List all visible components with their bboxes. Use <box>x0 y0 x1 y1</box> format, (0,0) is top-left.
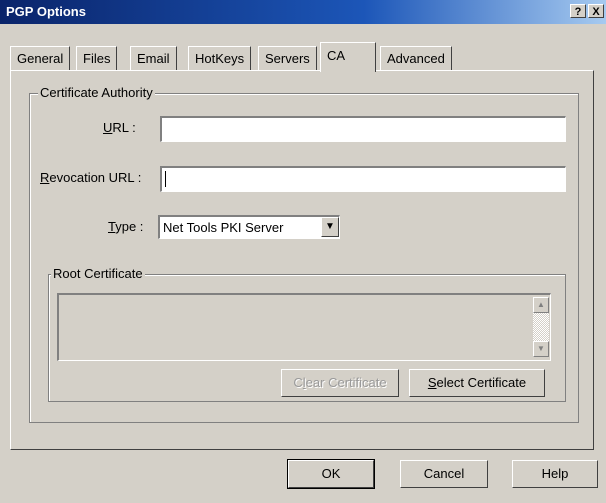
type-label: Type : <box>108 219 144 234</box>
type-select[interactable]: Net Tools PKI Server ▼ <box>158 215 340 239</box>
root-certificate-textarea[interactable]: ▲ ▼ <box>57 293 551 361</box>
clear-certificate-button[interactable]: Clear Certificate <box>281 369 399 397</box>
scroll-down-icon[interactable]: ▼ <box>533 341 549 357</box>
url-input[interactable] <box>160 116 566 142</box>
type-select-value: Net Tools PKI Server <box>163 220 284 235</box>
tab-general[interactable]: General <box>10 46 71 70</box>
tab-hotkeys[interactable]: HotKeys <box>188 46 252 70</box>
tab-servers[interactable]: Servers <box>258 46 317 70</box>
ok-button[interactable]: OK <box>287 459 375 489</box>
pgp-options-dialog: PGP Options ? X General Files Email HotK… <box>0 0 606 503</box>
chevron-down-icon[interactable]: ▼ <box>321 217 339 237</box>
help-title-button[interactable]: ? <box>570 4 586 18</box>
certificate-authority-legend: Certificate Authority <box>38 85 155 100</box>
root-certificate-group: Root Certificate ▲ ▼ Clear Certificate S… <box>48 266 566 402</box>
url-label: URL : <box>103 120 136 135</box>
tab-email[interactable]: Email <box>130 46 177 70</box>
revocation-url-label: Revocation URL : <box>40 170 142 185</box>
select-certificate-button[interactable]: Select Certificate <box>409 369 545 397</box>
ca-tab-panel: Certificate Authority URL : Revocation U… <box>10 70 594 450</box>
root-certificate-legend: Root Certificate <box>51 266 145 281</box>
title-bar: PGP Options ? X <box>0 0 606 24</box>
tab-advanced[interactable]: Advanced <box>380 46 452 70</box>
cancel-button[interactable]: Cancel <box>400 460 488 488</box>
help-button[interactable]: Help <box>512 460 598 488</box>
window-title: PGP Options <box>6 4 86 19</box>
revocation-url-input[interactable] <box>160 166 566 192</box>
tab-ca[interactable]: CA <box>320 42 376 72</box>
tab-files[interactable]: Files <box>76 46 118 70</box>
close-title-button[interactable]: X <box>588 4 604 18</box>
scrollbar-track[interactable] <box>533 313 549 341</box>
scroll-up-icon[interactable]: ▲ <box>533 297 549 313</box>
text-caret <box>165 171 166 187</box>
certificate-authority-group: Certificate Authority URL : Revocation U… <box>29 85 579 423</box>
